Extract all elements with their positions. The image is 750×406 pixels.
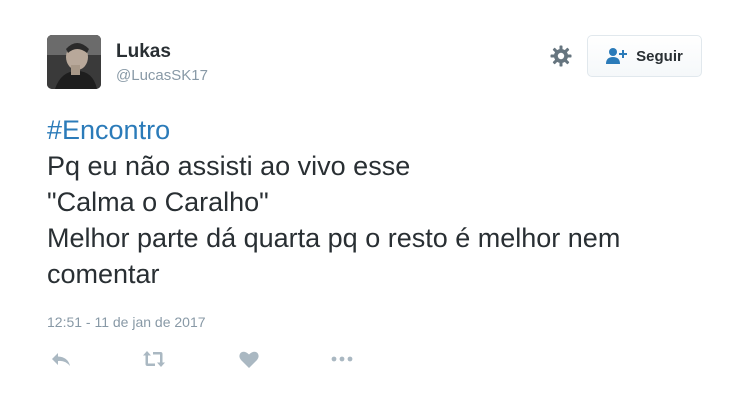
tweet-card: Lukas @LucasSK17 Seguir #Encontro Pq eu … <box>0 0 750 406</box>
add-user-icon <box>606 48 628 64</box>
gear-icon[interactable] <box>549 44 573 68</box>
more-icon[interactable] <box>330 347 354 371</box>
tweet-text: #Encontro Pq eu não assisti ao vivo esse… <box>47 112 727 292</box>
user-handle[interactable]: @LucasSK17 <box>116 66 208 86</box>
tweet-text-line: "Calma o Caralho" <box>47 187 269 217</box>
user-name[interactable]: Lukas <box>116 40 171 64</box>
avatar-photo <box>47 35 101 89</box>
tweet-text-line: comentar <box>47 259 160 289</box>
avatar[interactable] <box>47 35 101 89</box>
follow-button-label: Seguir <box>636 47 683 65</box>
tweet-text-line: Pq eu não assisti ao vivo esse <box>47 151 411 181</box>
tweet-timestamp[interactable]: 12:51 - 11 de jan de 2017 <box>47 313 206 331</box>
tweet-text-line: Melhor parte dá quarta pq o resto é melh… <box>47 223 621 253</box>
like-icon[interactable] <box>237 347 261 371</box>
hashtag-link[interactable]: #Encontro <box>47 115 170 145</box>
follow-button[interactable]: Seguir <box>587 35 702 77</box>
retweet-icon[interactable] <box>141 347 165 371</box>
reply-icon[interactable] <box>49 347 73 371</box>
